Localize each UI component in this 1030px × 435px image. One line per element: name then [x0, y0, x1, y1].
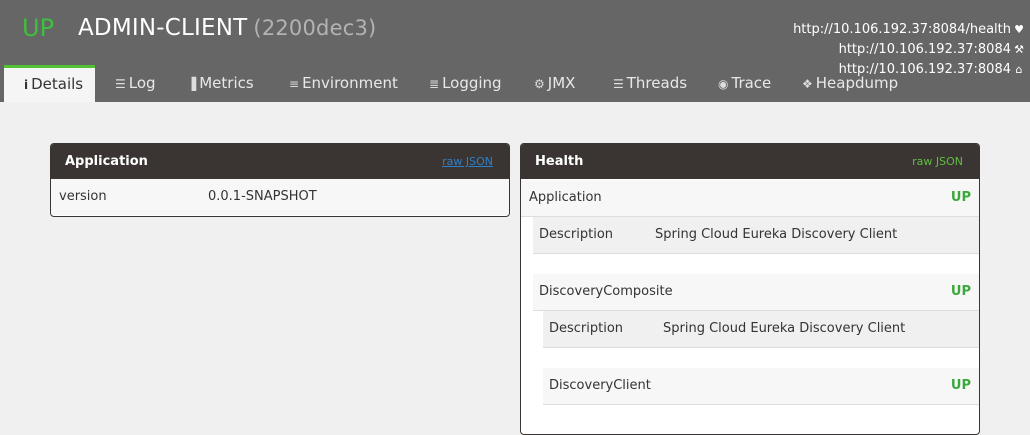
tab-threads[interactable]: ☰ Threads: [613, 65, 687, 102]
sliders-icon: ≣: [429, 77, 440, 91]
detail-key: Description: [549, 321, 624, 336]
status-badge: UP: [22, 14, 55, 42]
status-badge: UP: [950, 284, 971, 299]
health-label: DiscoveryClient: [549, 378, 651, 393]
list-icon: ≡: [289, 77, 300, 91]
health-panel: Health raw JSON Application UP Descripti…: [520, 143, 980, 435]
tab-environment[interactable]: ≡ Environment: [289, 65, 398, 102]
health-url-text: http://10.106.192.37:8084/health: [793, 22, 1011, 37]
application-panel-header: Application raw JSON: [51, 144, 509, 179]
tab-label: Details: [31, 75, 84, 93]
health-label: Application: [529, 190, 602, 205]
status-badge: UP: [950, 378, 971, 393]
info-icon: i: [24, 78, 29, 92]
detail-value: Spring Cloud Eureka Discovery Client: [663, 321, 906, 336]
tab-label: Metrics: [199, 74, 254, 92]
health-label: DiscoveryComposite: [539, 284, 673, 299]
info-row: version 0.0.1-SNAPSHOT: [51, 179, 509, 215]
app-header: UP ADMIN-CLIENT (2200dec3) http://10.106.…: [0, 0, 1030, 102]
tab-label: Heapdump: [815, 74, 899, 92]
tab-logging[interactable]: ≣ Logging: [429, 65, 502, 102]
wrench-icon: ⚒: [1014, 43, 1024, 56]
cubes-icon: ❖: [802, 77, 813, 91]
info-value: 0.0.1-SNAPSHOT: [208, 189, 317, 204]
health-application-row: Application UP: [521, 180, 979, 217]
tab-jmx[interactable]: ⚙ JMX: [534, 65, 575, 102]
health-panel-title: Health: [535, 154, 584, 169]
composite-detail-row: Description Spring Cloud Eureka Discover…: [543, 311, 979, 348]
tab-label: Log: [128, 74, 156, 92]
application-panel: Application raw JSON version 0.0.1-SNAPS…: [50, 143, 510, 217]
tab-label: JMX: [547, 74, 576, 92]
cogs-icon: ⚙: [534, 77, 545, 91]
health-raw-json-link[interactable]: raw JSON: [912, 144, 963, 179]
bar-chart-icon: ▐: [187, 77, 197, 91]
management-url-link[interactable]: http://10.106.192.37:8084 ⚒: [793, 40, 1026, 60]
tab-label: Trace: [731, 74, 772, 92]
discovery-client-row: DiscoveryClient UP: [543, 368, 979, 405]
tab-heapdump[interactable]: ❖ Heapdump: [802, 65, 898, 102]
status-badge: UP: [950, 190, 971, 205]
detail-key: Description: [539, 227, 614, 242]
info-key: version: [59, 189, 107, 204]
file-icon: ☰: [115, 77, 126, 91]
discovery-composite-row: DiscoveryComposite UP: [533, 274, 979, 311]
tab-log[interactable]: ☰ Log: [115, 65, 156, 102]
home-icon: ⌂: [1015, 63, 1023, 76]
eye-icon: ◉: [718, 77, 729, 91]
tab-label: Threads: [626, 74, 688, 92]
tab-label: Logging: [442, 74, 502, 92]
management-url-text: http://10.106.192.37:8084: [838, 42, 1011, 57]
app-version: (2200dec3): [253, 16, 377, 40]
page-title: ADMIN-CLIENT (2200dec3): [78, 15, 376, 41]
detail-value: Spring Cloud Eureka Discovery Client: [655, 227, 898, 242]
health-url-link[interactable]: http://10.106.192.37:8084/health ♥: [793, 20, 1026, 40]
application-panel-title: Application: [65, 154, 148, 169]
health-detail-row: Description Spring Cloud Eureka Discover…: [533, 217, 979, 254]
tab-trace[interactable]: ◉ Trace: [718, 65, 771, 102]
application-raw-json-link[interactable]: raw JSON: [442, 144, 493, 179]
tab-label: Environment: [302, 74, 398, 92]
tab-details[interactable]: i Details: [4, 65, 96, 102]
health-panel-header: Health raw JSON: [521, 144, 979, 179]
app-name: ADMIN-CLIENT: [78, 15, 248, 41]
tab-metrics[interactable]: ▐ Metrics: [187, 65, 254, 102]
heartbeat-icon: ♥: [1014, 23, 1024, 36]
list-icon: ☰: [613, 77, 624, 91]
